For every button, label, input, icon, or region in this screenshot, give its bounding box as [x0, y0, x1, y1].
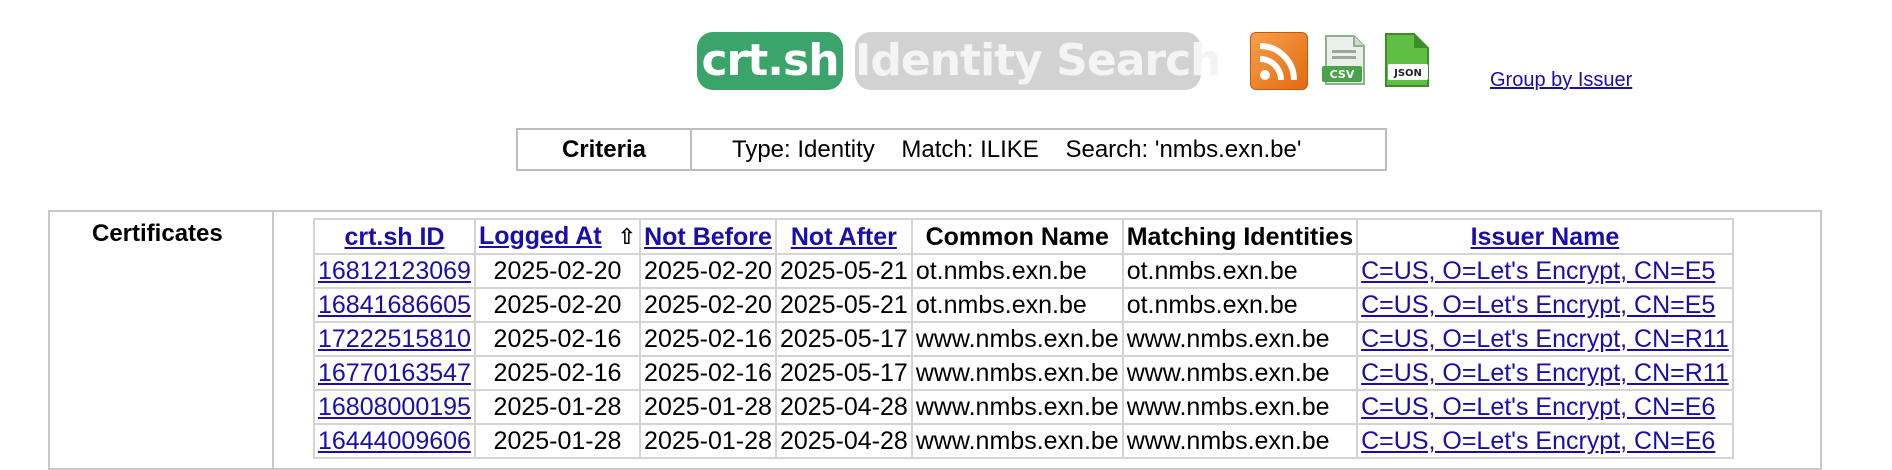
- not-after-cell: 2025-04-28: [774, 389, 913, 425]
- matching-identities-cell: ot.nmbs.exn.be: [1121, 253, 1359, 289]
- crtsh-id-cell: 16841686605: [313, 287, 476, 323]
- col-logged-at[interactable]: Logged At ⇧: [473, 218, 642, 255]
- common-name-cell: www.nmbs.exn.be: [910, 389, 1124, 425]
- not-after-cell: 2025-04-28: [774, 423, 913, 459]
- col-crtsh-id[interactable]: crt.sh ID: [313, 218, 476, 255]
- common-name-cell: www.nmbs.exn.be: [910, 423, 1124, 459]
- csv-label: CSV: [1330, 68, 1355, 81]
- certificates-title: Certificates: [92, 220, 223, 247]
- matching-identities-cell: ot.nmbs.exn.be: [1121, 287, 1359, 323]
- issuer-name-cell: C=US, O=Let's Encrypt, CN=E6: [1356, 389, 1734, 425]
- matching-identities-cell: www.nmbs.exn.be: [1121, 321, 1359, 357]
- issuer-name-cell: C=US, O=Let's Encrypt, CN=E6: [1356, 423, 1734, 459]
- table-header-row: crt.sh ID Logged At ⇧ Not Before Not Afte…: [313, 218, 1734, 255]
- sort-up-icon: ⇧: [617, 224, 637, 249]
- col-issuer-name[interactable]: Issuer Name: [1356, 218, 1734, 255]
- col-logged-at-label: Logged At: [478, 222, 602, 250]
- common-name-cell: www.nmbs.exn.be: [910, 355, 1124, 391]
- crtsh-id-cell: 16444009606: [313, 423, 476, 459]
- panel-divider: [272, 212, 274, 468]
- common-name-cell: www.nmbs.exn.be: [910, 321, 1124, 357]
- crtsh-id-link[interactable]: 16812123069: [318, 257, 471, 285]
- col-matching-identities: Matching Identities: [1121, 218, 1359, 255]
- crtsh-id-link[interactable]: 16444009606: [318, 427, 471, 455]
- json-download-icon[interactable]: JSON: [1380, 32, 1436, 88]
- rss-feed-icon[interactable]: [1250, 32, 1308, 90]
- matching-identities-cell: www.nmbs.exn.be: [1121, 355, 1359, 391]
- not-after-cell: 2025-05-21: [774, 287, 913, 323]
- table-row: 17222515810 2025-02-16 2025-02-16 2025-05-1…: [313, 321, 1734, 357]
- logged-at-cell: 2025-02-16: [473, 321, 642, 357]
- certificates-table: crt.sh ID Logged At ⇧ Not Before Not Afte…: [313, 218, 1734, 459]
- not-after-cell: 2025-05-17: [774, 355, 913, 391]
- issuer-name-cell: C=US, O=Let's Encrypt, CN=E5: [1356, 253, 1734, 289]
- not-before-cell: 2025-01-28: [639, 389, 777, 425]
- crtsh-id-link[interactable]: 17222515810: [318, 325, 471, 353]
- crtsh-id-link[interactable]: 16770163547: [318, 359, 471, 387]
- not-before-cell: 2025-01-28: [639, 423, 777, 459]
- table-row: 16770163547 2025-02-16 2025-02-16 2025-05-1…: [313, 355, 1734, 391]
- crtsh-id-cell: 16812123069: [313, 253, 476, 289]
- crtsh-id-cell: 16808000195: [313, 389, 476, 425]
- logged-at-cell: 2025-02-20: [473, 253, 642, 289]
- criteria-box: Criteria Type: Identity Match: ILIKE Sea…: [516, 128, 1387, 171]
- crtsh-id-link[interactable]: 16841686605: [318, 291, 471, 319]
- matching-identities-cell: www.nmbs.exn.be: [1121, 423, 1359, 459]
- certificates-panel: Certificates crt.sh ID Logged At ⇧ Not Be…: [48, 210, 1822, 470]
- col-not-before[interactable]: Not Before: [639, 218, 777, 255]
- col-not-after[interactable]: Not After: [774, 218, 913, 255]
- common-name-cell: ot.nmbs.exn.be: [910, 287, 1124, 323]
- crtsh-id-cell: 16770163547: [313, 355, 476, 391]
- issuer-name-link[interactable]: C=US, O=Let's Encrypt, CN=E5: [1361, 291, 1715, 319]
- issuer-name-cell: C=US, O=Let's Encrypt, CN=R11: [1356, 355, 1734, 391]
- issuer-name-link[interactable]: C=US, O=Let's Encrypt, CN=E5: [1361, 257, 1715, 285]
- table-row: 16812123069 2025-02-20 2025-02-20 2025-05-2…: [313, 253, 1734, 289]
- issuer-name-cell: C=US, O=Let's Encrypt, CN=E5: [1356, 287, 1734, 323]
- logged-at-cell: 2025-01-28: [473, 389, 642, 425]
- table-row: 16808000195 2025-01-28 2025-01-28 2025-04-2…: [313, 389, 1734, 425]
- not-after-cell: 2025-05-21: [774, 253, 913, 289]
- issuer-name-link[interactable]: C=US, O=Let's Encrypt, CN=E6: [1361, 393, 1715, 421]
- csv-download-icon[interactable]: CSV: [1318, 32, 1374, 88]
- json-label: JSON: [1393, 68, 1422, 79]
- not-before-cell: 2025-02-16: [639, 321, 777, 357]
- common-name-cell: ot.nmbs.exn.be: [910, 253, 1124, 289]
- criteria-value: Type: Identity Match: ILIKE Search: 'nmb…: [732, 135, 1302, 163]
- crtsh-id-cell: 17222515810: [313, 321, 476, 357]
- issuer-name-cell: C=US, O=Let's Encrypt, CN=R11: [1356, 321, 1734, 357]
- crtsh-id-link[interactable]: 16808000195: [318, 393, 471, 421]
- identity-search-title: Identity Search: [855, 32, 1222, 90]
- logged-at-cell: 2025-02-16: [473, 355, 642, 391]
- not-before-cell: 2025-02-16: [639, 355, 777, 391]
- matching-identities-cell: www.nmbs.exn.be: [1121, 389, 1359, 425]
- not-before-cell: 2025-02-20: [639, 287, 777, 323]
- col-common-name: Common Name: [910, 218, 1124, 255]
- not-before-cell: 2025-02-20: [639, 253, 777, 289]
- issuer-name-link[interactable]: C=US, O=Let's Encrypt, CN=E6: [1361, 427, 1715, 455]
- table-row: 16444009606 2025-01-28 2025-01-28 2025-04-2…: [313, 423, 1734, 459]
- crtsh-logo[interactable]: crt.sh: [697, 32, 843, 90]
- group-by-issuer-link[interactable]: Group by Issuer: [1490, 69, 1632, 92]
- issuer-name-link[interactable]: C=US, O=Let's Encrypt, CN=R11: [1361, 325, 1729, 353]
- not-after-cell: 2025-05-17: [774, 321, 913, 357]
- table-row: 16841686605 2025-02-20 2025-02-20 2025-05-2…: [313, 287, 1734, 323]
- criteria-label: Criteria: [518, 130, 692, 169]
- logged-at-cell: 2025-02-20: [473, 287, 642, 323]
- issuer-name-link[interactable]: C=US, O=Let's Encrypt, CN=R11: [1361, 359, 1729, 387]
- logged-at-cell: 2025-01-28: [473, 423, 642, 459]
